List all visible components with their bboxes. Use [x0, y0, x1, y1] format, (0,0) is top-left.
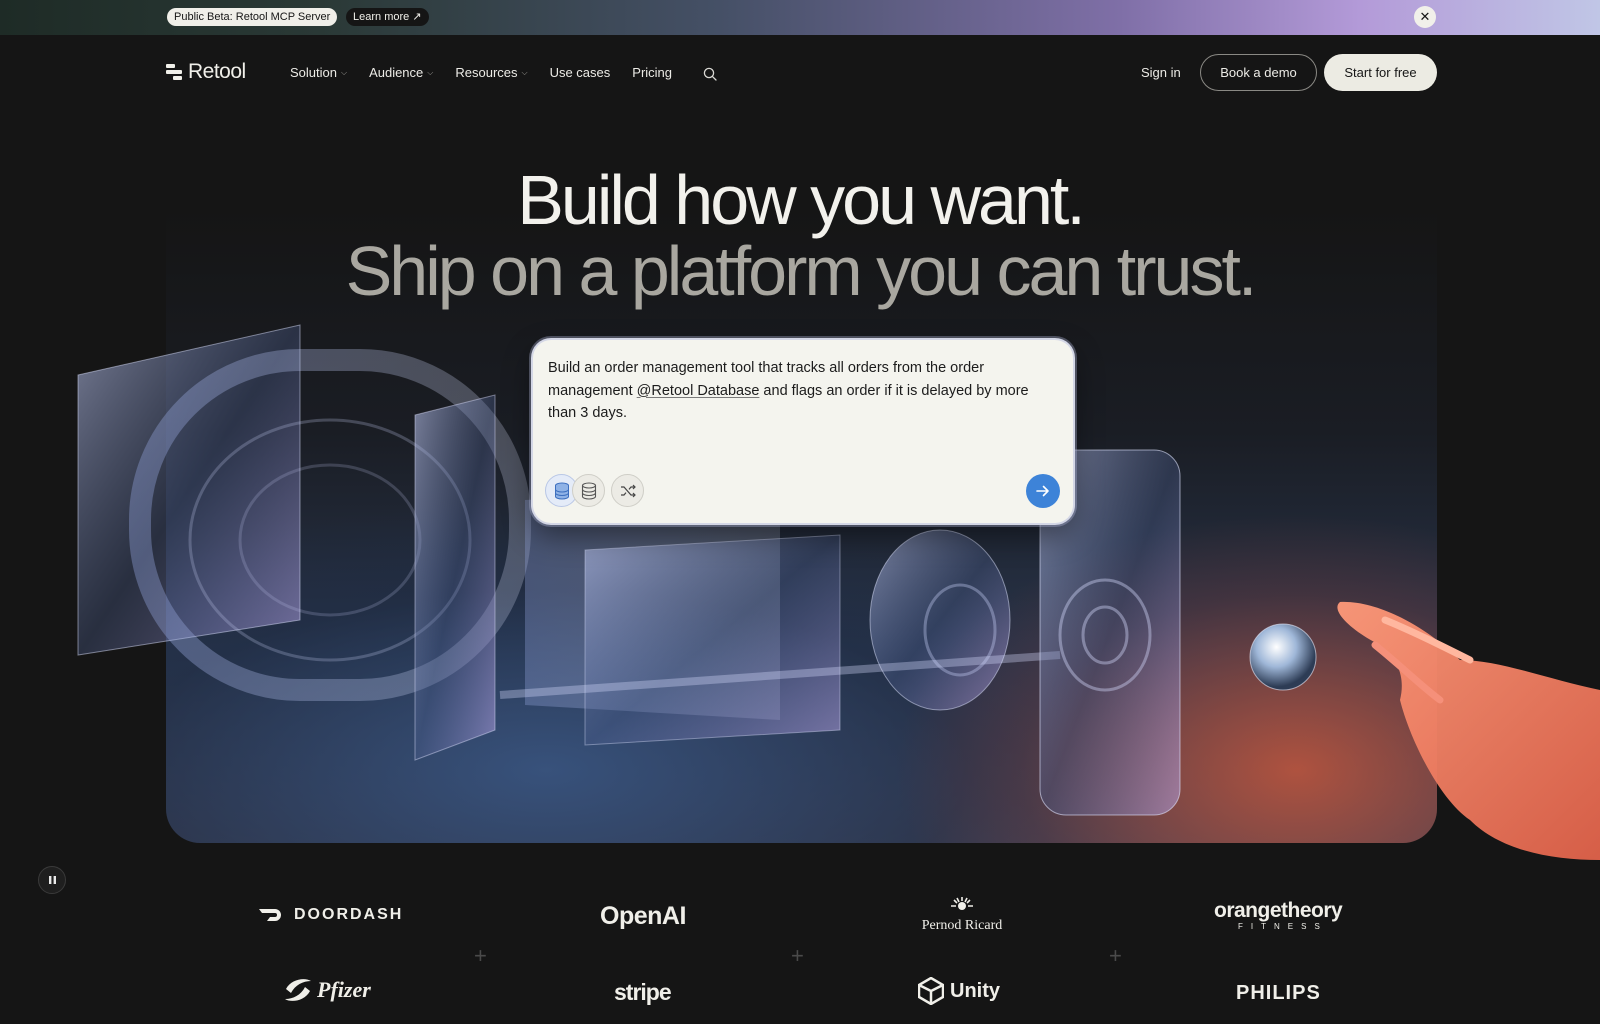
nav-item-label: Use cases	[549, 65, 611, 80]
retool-logo-icon	[166, 63, 182, 81]
sign-in-link[interactable]: Sign in	[1141, 65, 1181, 80]
nav-item-label: Solution	[290, 65, 337, 80]
learn-more-link[interactable]: Learn more ↗	[346, 8, 429, 26]
nav-item-label: Pricing	[632, 65, 673, 80]
nav-item-use-cases[interactable]: Use cases	[550, 65, 611, 80]
pause-animation-button[interactable]	[38, 866, 66, 894]
divider-plus: +	[1109, 943, 1122, 968]
announcement-badge[interactable]: Public Beta: Retool MCP Server	[167, 8, 338, 26]
nav-item-solution[interactable]: Solution ⌵	[290, 65, 347, 80]
logo-text: Retool	[188, 60, 246, 83]
nav-item-audience[interactable]: Audience ⌵	[369, 65, 433, 80]
book-demo-button[interactable]: Book a demo	[1200, 54, 1317, 91]
prompt-input[interactable]: Build an order management tool that trac…	[548, 357, 1058, 425]
pfizer-logo: Pfizer	[283, 975, 371, 1005]
nav-item-label: Resources	[455, 65, 518, 80]
nav-item-resources[interactable]: Resources ⌵	[455, 65, 527, 80]
philips-logo: PHILIPS	[1236, 982, 1321, 1004]
nav-item-pricing[interactable]: Pricing	[632, 65, 672, 80]
database-icon[interactable]	[572, 474, 605, 507]
orangetheory-wordmark: orangetheory	[1214, 899, 1343, 922]
unity-icon	[918, 977, 944, 1005]
pernod-ricard-emblem-icon	[951, 897, 973, 910]
pernod-ricard-logo: Pernod Ricard	[912, 896, 1012, 934]
chevron-down-icon: ⌵	[521, 67, 528, 77]
database-mention[interactable]: @Retool Database	[637, 383, 760, 399]
retool-logo[interactable]: Retool	[166, 60, 246, 84]
chevron-down-icon: ⌵	[340, 67, 348, 77]
hero-title-line1: Build how you want.	[517, 161, 1086, 239]
announcement-bar: Public Beta: Retool MCP Server Learn mor…	[0, 0, 1600, 35]
shuffle-icon[interactable]	[611, 474, 644, 507]
stripe-logo: stripe	[614, 979, 672, 1005]
orangetheory-logo: orangetheory FITNESS	[1214, 899, 1343, 932]
fitness-wordmark: FITNESS	[1238, 922, 1328, 931]
doordash-logo: DOORDASH	[258, 906, 403, 924]
send-button[interactable]	[1026, 474, 1060, 508]
nav-item-label: Audience	[369, 65, 424, 80]
search-icon[interactable]	[703, 67, 717, 81]
hero-title-line2: Ship on a platform you can trust.	[345, 232, 1258, 310]
openai-logo: OpenAI	[600, 902, 686, 930]
divider-plus: +	[474, 943, 487, 968]
arrow-right-icon	[1036, 485, 1049, 497]
divider-plus: +	[791, 943, 804, 968]
pfizer-icon	[285, 979, 311, 1001]
close-icon[interactable]: ✕	[1414, 6, 1436, 28]
start-free-button[interactable]: Start for free	[1324, 54, 1437, 91]
nav-links: Solution ⌵ Audience ⌵ Resources ⌵ Use ca…	[290, 65, 694, 80]
doordash-icon	[259, 909, 281, 921]
chevron-down-icon: ⌵	[427, 67, 434, 77]
ai-prompt-card[interactable]: Build an order management tool that trac…	[533, 340, 1073, 523]
top-nav: Retool Solution ⌵ Audience ⌵ Resources ⌵…	[0, 35, 1600, 113]
pause-icon	[48, 876, 56, 884]
unity-logo: Unity	[918, 977, 1000, 1005]
